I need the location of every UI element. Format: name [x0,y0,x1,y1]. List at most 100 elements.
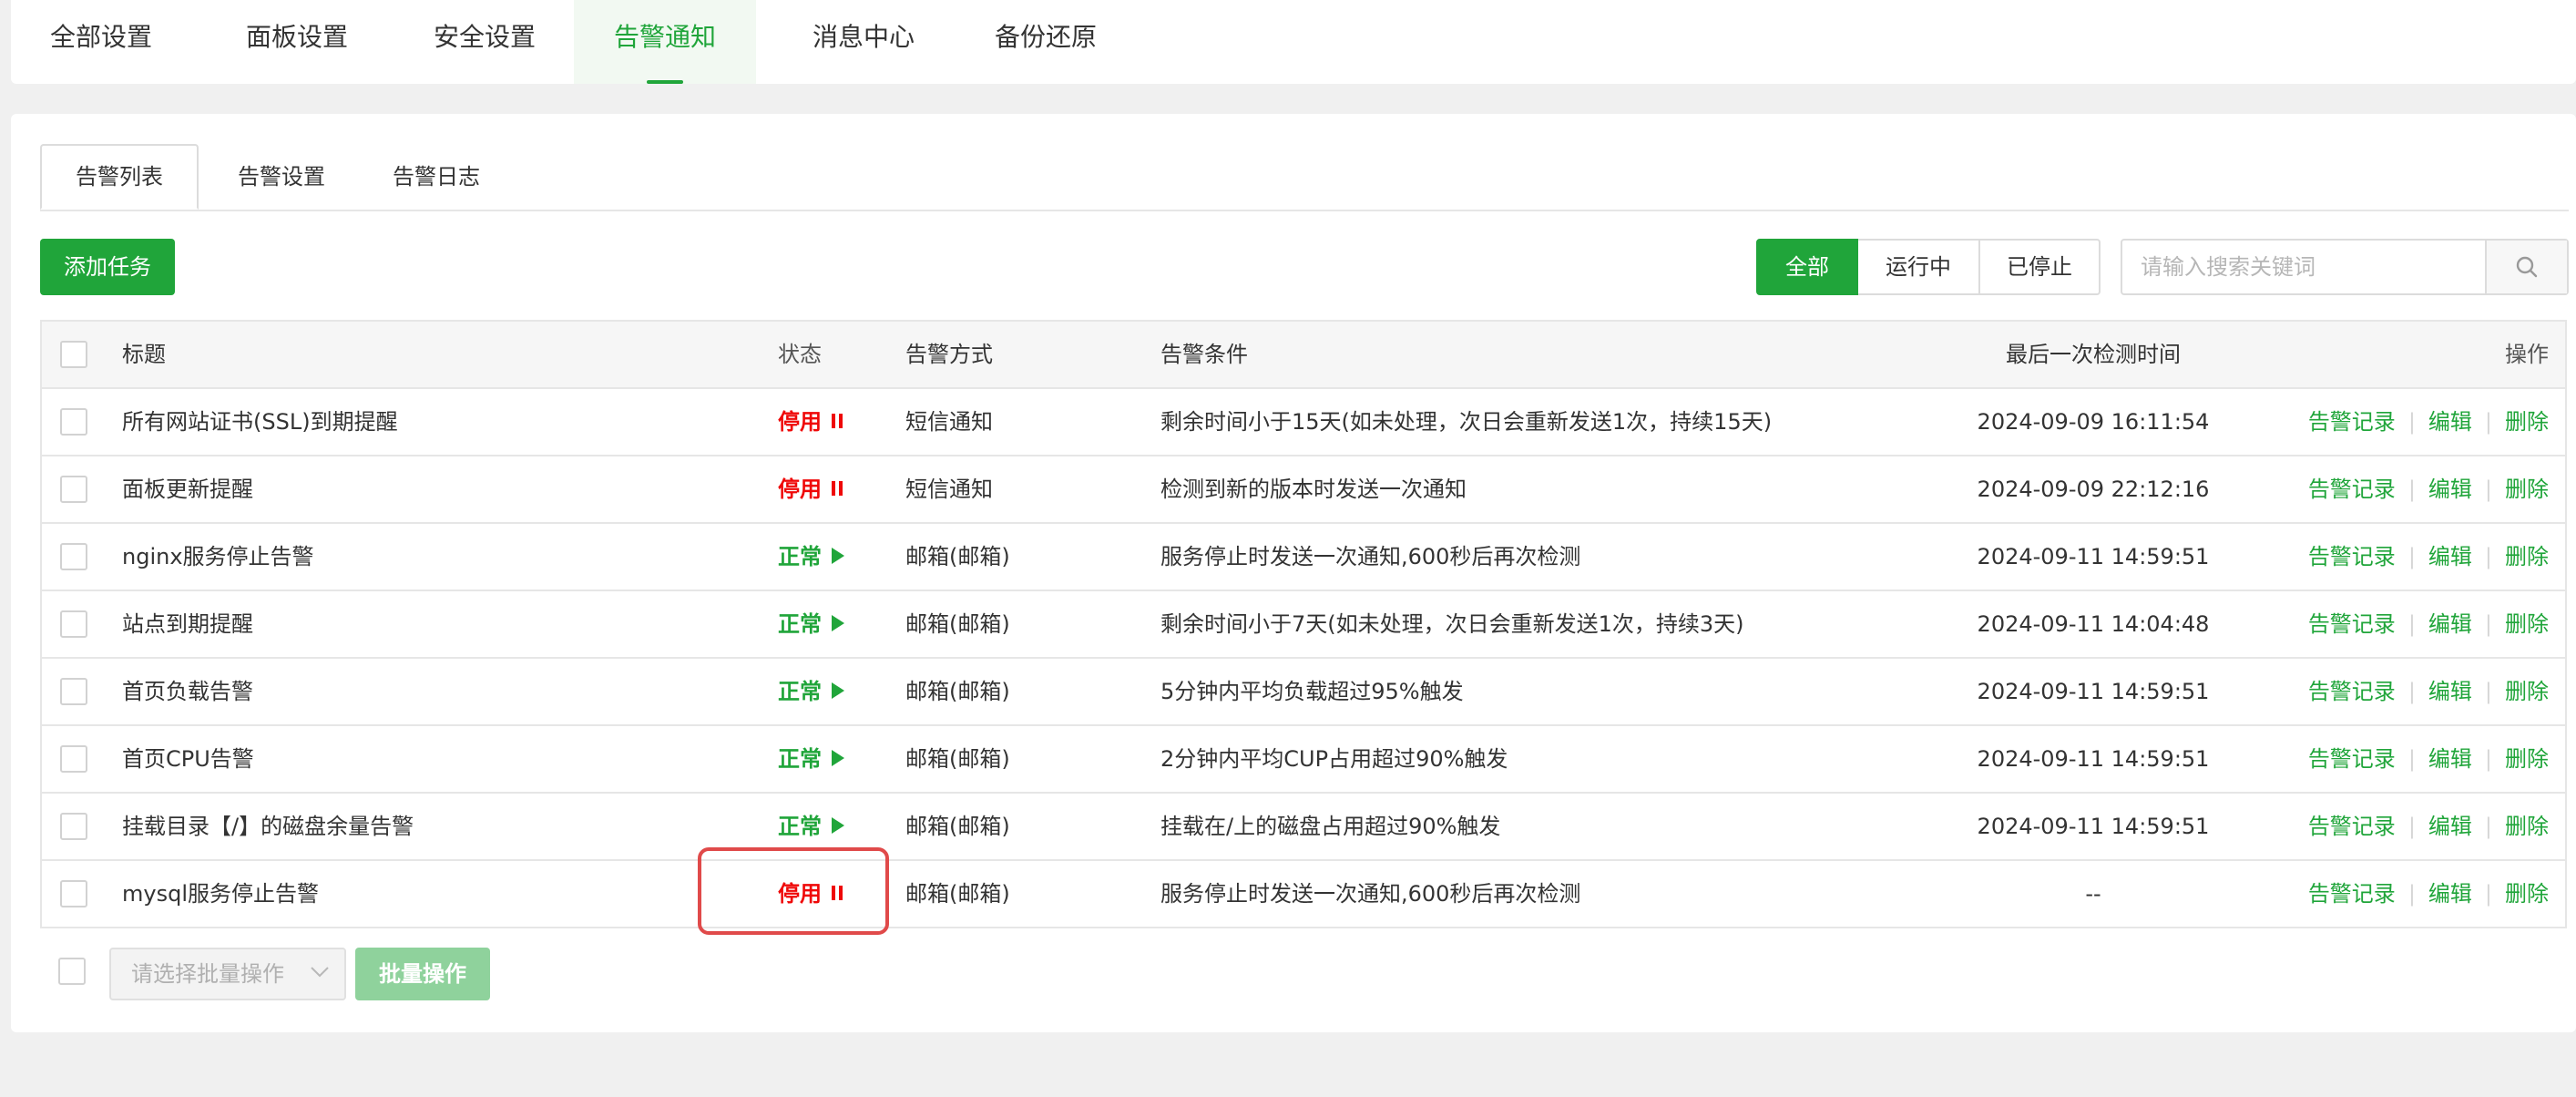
table-row: 首页CPU告警 正常 邮箱(邮箱) 2分钟内平均CUP占用超过90%触发 2024-09… [42,726,2565,794]
batch-operation-button[interactable]: 批量操作 [355,948,490,1000]
last-check-time: 2024-09-11 14:59:51 [1977,544,2210,569]
search-icon [2516,256,2538,278]
delete-link[interactable]: 删除 [2505,746,2549,772]
delete-link[interactable]: 删除 [2505,881,2549,907]
edit-link[interactable]: 编辑 [2428,409,2472,435]
row-checkbox[interactable] [60,476,87,503]
footer-select-checkbox[interactable] [58,958,86,985]
play-icon [832,682,844,699]
status-toggle[interactable]: 停用 [778,456,843,522]
status-toggle[interactable]: 正常 [778,659,845,724]
row-checkbox[interactable] [60,610,87,638]
action-separator: | [2407,477,2416,502]
status-toggle[interactable]: 正常 [778,524,845,590]
settings-nav: 全部设置 面板设置 安全设置 告警通知 消息中心 备份还原 [11,0,2576,84]
table-header-row: 标题 状态 告警方式 告警条件 最后一次检测时间 操作 [42,322,2565,389]
status-toggle[interactable]: 正常 [778,591,845,657]
alert-log-link[interactable]: 告警记录 [2308,746,2396,772]
alert-condition: 剩余时间小于15天(如未处理，次日会重新发送1次，持续15天) [1160,409,1773,435]
status-label: 正常 [778,746,822,772]
alert-card: 告警列表 告警设置 告警日志 添加任务 全部 运行中 已停止 标题 状态 告警方… [11,114,2576,1032]
status-toggle[interactable]: 停用 [778,861,843,927]
row-checkbox[interactable] [60,408,87,436]
alert-log-link[interactable]: 告警记录 [2308,477,2396,502]
alert-method: 短信通知 [905,477,993,502]
alert-title: 站点到期提醒 [122,611,253,637]
status-toggle[interactable]: 正常 [778,794,845,859]
status-toggle[interactable]: 停用 [778,389,843,455]
alert-condition: 检测到新的版本时发送一次通知 [1160,477,1467,502]
header-title: 标题 [122,342,166,367]
row-actions: 告警记录 | 编辑 | 删除 [2308,389,2549,455]
alert-condition: 剩余时间小于7天(如未处理，次日会重新发送1次，持续3天) [1160,611,1744,637]
alert-log-link[interactable]: 告警记录 [2308,611,2396,637]
select-all-checkbox[interactable] [60,341,87,368]
alert-title: nginx服务停止告警 [122,544,314,569]
tab-all-settings[interactable]: 全部设置 [11,0,191,84]
status-label: 正常 [778,611,822,637]
batch-operation-select[interactable]: 请选择批量操作 [109,948,346,1000]
status-toggle[interactable]: 正常 [778,726,845,792]
pause-icon [832,886,843,900]
delete-link[interactable]: 删除 [2505,409,2549,435]
row-actions: 告警记录 | 编辑 | 删除 [2308,524,2549,590]
delete-link[interactable]: 删除 [2505,477,2549,502]
action-separator: | [2484,409,2492,435]
filter-stopped-button[interactable]: 已停止 [1980,239,2101,295]
row-checkbox[interactable] [60,678,87,705]
delete-link[interactable]: 删除 [2505,679,2549,704]
play-icon [832,817,844,834]
alert-title: 首页负载告警 [122,679,253,704]
subtab-alert-list[interactable]: 告警列表 [40,144,199,210]
tab-security-settings[interactable]: 安全设置 [394,0,576,84]
row-checkbox[interactable] [60,745,87,773]
alert-table: 标题 状态 告警方式 告警条件 最后一次检测时间 操作 所有网站证书(SSL)到… [40,320,2567,928]
alert-log-link[interactable]: 告警记录 [2308,409,2396,435]
play-icon [832,615,844,631]
action-separator: | [2407,814,2416,839]
status-label: 正常 [778,814,822,839]
delete-link[interactable]: 删除 [2505,611,2549,637]
alert-log-link[interactable]: 告警记录 [2308,814,2396,839]
search-input[interactable] [2122,241,2487,293]
table-row: 首页负载告警 正常 邮箱(邮箱) 5分钟内平均负载超过95%触发 2024-09-11 … [42,659,2565,726]
action-separator: | [2484,477,2492,502]
tab-backup-restore[interactable]: 备份还原 [955,0,1137,84]
edit-link[interactable]: 编辑 [2428,544,2472,569]
alert-log-link[interactable]: 告警记录 [2308,679,2396,704]
edit-link[interactable]: 编辑 [2428,679,2472,704]
header-ops: 操作 [2505,342,2549,367]
edit-link[interactable]: 编辑 [2428,814,2472,839]
filter-all-button[interactable]: 全部 [1756,239,1858,295]
delete-link[interactable]: 删除 [2505,544,2549,569]
edit-link[interactable]: 编辑 [2428,477,2472,502]
header-status: 状态 [778,342,822,367]
row-checkbox[interactable] [60,543,87,570]
row-checkbox[interactable] [60,813,87,840]
alert-title: mysql服务停止告警 [122,881,319,907]
pause-icon [832,481,843,496]
edit-link[interactable]: 编辑 [2428,611,2472,637]
row-actions: 告警记录 | 编辑 | 删除 [2308,659,2549,724]
header-method: 告警方式 [905,342,993,367]
row-actions: 告警记录 | 编辑 | 删除 [2308,456,2549,522]
subtab-alert-logs[interactable]: 告警日志 [368,144,505,210]
delete-link[interactable]: 删除 [2505,814,2549,839]
filter-running-button[interactable]: 运行中 [1858,239,1980,295]
row-checkbox[interactable] [60,880,87,907]
tab-panel-settings[interactable]: 面板设置 [210,0,384,84]
subtab-alert-settings[interactable]: 告警设置 [213,144,350,210]
tab-message-center[interactable]: 消息中心 [772,0,955,84]
alert-log-link[interactable]: 告警记录 [2308,544,2396,569]
search-button[interactable] [2485,241,2567,293]
alert-title: 首页CPU告警 [122,746,254,772]
play-icon [832,548,844,564]
status-label: 停用 [778,477,822,502]
edit-link[interactable]: 编辑 [2428,746,2472,772]
tab-alert-notification[interactable]: 告警通知 [574,0,756,84]
edit-link[interactable]: 编辑 [2428,881,2472,907]
header-condition: 告警条件 [1160,342,1248,367]
alert-log-link[interactable]: 告警记录 [2308,881,2396,907]
add-task-button[interactable]: 添加任务 [40,239,175,295]
chevron-down-icon [311,967,329,978]
